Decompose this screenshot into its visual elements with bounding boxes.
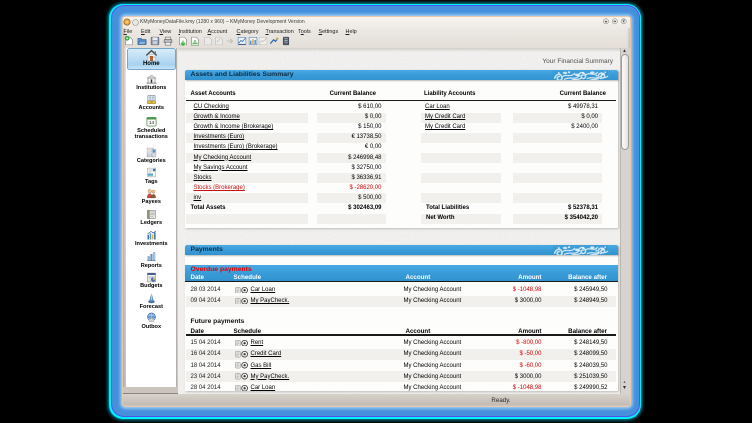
svg-text:14: 14 (149, 120, 155, 126)
